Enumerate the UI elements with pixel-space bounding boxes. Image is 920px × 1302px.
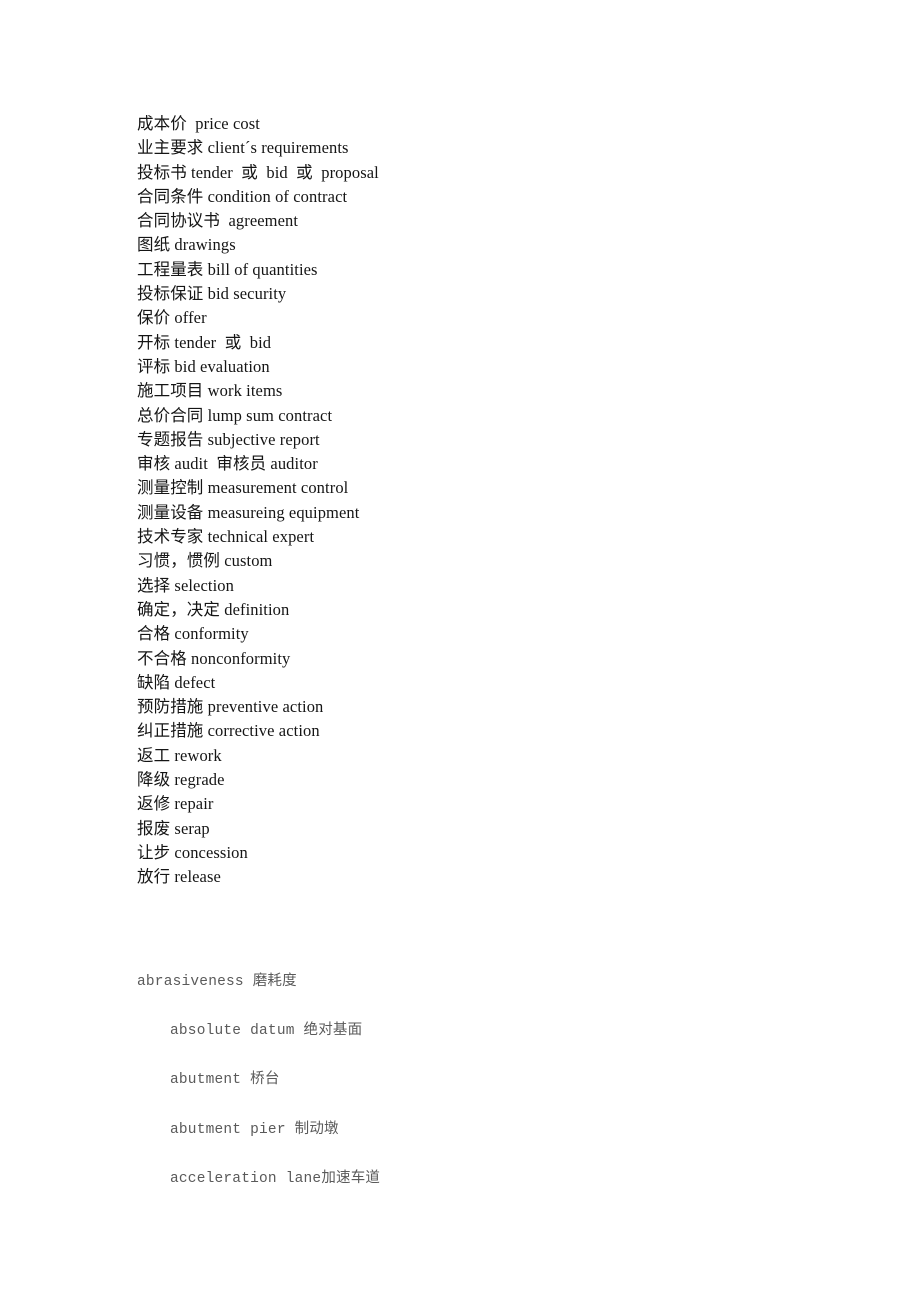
- glossary-entry: absolute datum 绝对基面: [170, 1023, 363, 1040]
- glossary-entry: 不合格 nonconformity: [137, 648, 291, 668]
- glossary-entry: 成本价 price cost: [137, 114, 260, 133]
- glossary-entry: 选择 selection: [137, 575, 234, 595]
- glossary-entry: 工程量表 bill of quantities: [137, 259, 318, 279]
- glossary-entry: abutment pier 制动墩: [170, 1121, 339, 1138]
- glossary-entry: 评标 bid evaluation: [137, 356, 270, 376]
- glossary-entry: 施工项目 work items: [137, 381, 283, 401]
- glossary-entry: 技术专家 technical expert: [137, 527, 315, 547]
- glossary-entry: abrasiveness 磨耗度: [137, 974, 297, 990]
- glossary-entry: 测量控制 measurement control: [137, 478, 349, 498]
- glossary-serif-block: 成本价 price cost 业主要求 client´s requirement…: [137, 112, 837, 890]
- glossary-entry: 报废 serap: [137, 818, 210, 838]
- glossary-entry: 审核 audit 审核员 auditor: [137, 454, 318, 474]
- glossary-entry: 纠正措施 corrective action: [137, 721, 320, 741]
- glossary-mono-block: abrasiveness 磨耗度 absolute datum 绝对基面 abu…: [137, 958, 837, 1204]
- glossary-entry: 图纸 drawings: [137, 235, 236, 255]
- glossary-entry: 专题报告 subjective report: [137, 429, 320, 449]
- glossary-entry: 习惯，惯例 custom: [137, 551, 273, 571]
- glossary-entry: 合格 conformity: [137, 624, 249, 644]
- glossary-entry: 测量设备 measureing equipment: [137, 502, 360, 522]
- glossary-entry: 合同条件 condition of contract: [137, 186, 348, 206]
- glossary-entry: 预防措施 preventive action: [137, 697, 324, 717]
- glossary-entry: 返工 rework: [137, 745, 222, 765]
- glossary-entry: 放行 release: [137, 867, 221, 887]
- glossary-entry: 确定，决定 definition: [137, 599, 290, 619]
- glossary-entry: 保价 offer: [137, 308, 207, 328]
- glossary-entry: 业主要求 client´s requirements: [137, 138, 349, 158]
- glossary-entry: 让步 concession: [137, 842, 248, 862]
- glossary-entry: 开标 tender 或 bid: [137, 332, 272, 352]
- glossary-entry: 返修 repair: [137, 794, 214, 814]
- glossary-entry: acceleration lane加速车道: [170, 1170, 381, 1187]
- glossary-entry: 降级 regrade: [137, 770, 225, 790]
- glossary-entry: 投标书 tender 或 bid 或 proposal: [137, 162, 379, 182]
- document-page: 成本价 price cost 业主要求 client´s requirement…: [0, 0, 920, 1302]
- glossary-entry: abutment 桥台: [170, 1072, 280, 1089]
- glossary-entry: 总价合同 lump sum contract: [137, 405, 333, 425]
- glossary-entry: 投标保证 bid security: [137, 284, 287, 304]
- glossary-entry: 缺陷 defect: [137, 672, 216, 692]
- glossary-entry: 合同协议书 agreement: [137, 211, 299, 231]
